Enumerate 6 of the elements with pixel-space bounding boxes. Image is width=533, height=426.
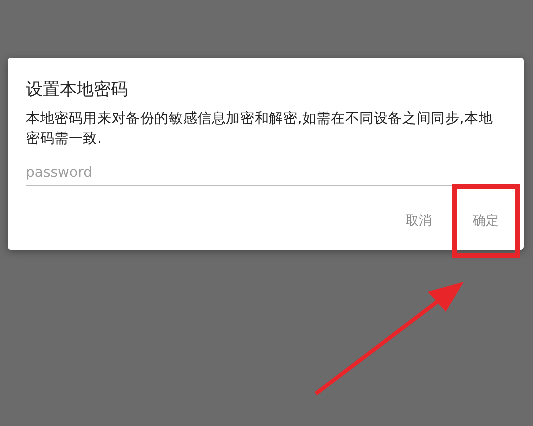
confirm-button[interactable]: 确定	[461, 204, 511, 238]
dialog-message: 本地密码用来对备份的敏感信息加密和解密,如需在不同设备之间同步,本地密码需一致.	[26, 110, 494, 149]
cancel-button[interactable]: 取消	[394, 204, 444, 238]
password-field[interactable]: password	[26, 161, 506, 186]
arrow-icon	[314, 282, 464, 396]
dialog-title: 设置本地密码	[26, 79, 129, 101]
